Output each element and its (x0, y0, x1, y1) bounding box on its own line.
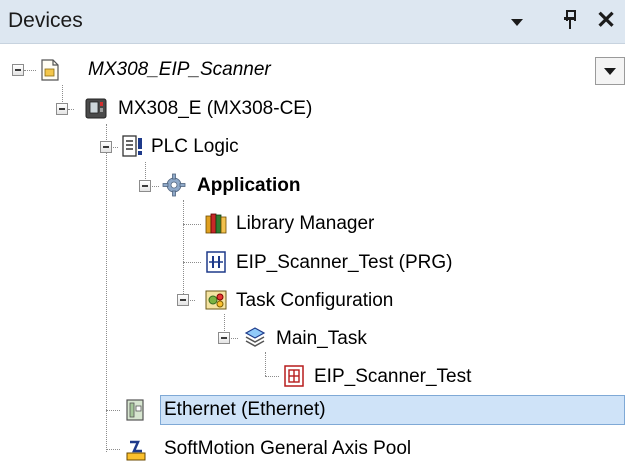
program-call-icon (284, 365, 304, 387)
expander-device[interactable] (56, 103, 68, 115)
tree-line (24, 70, 36, 71)
devices-panel: Devices ✕ MX308_EIP_Scanner MX308_E (MX3… (0, 0, 625, 462)
tree-line (265, 352, 266, 376)
tree-line (106, 124, 107, 452)
window-position-dropdown-button[interactable] (503, 6, 531, 36)
tree-line (183, 200, 184, 300)
ethernet-module-icon (126, 399, 144, 421)
expander-project[interactable] (12, 64, 24, 76)
expander-plc-logic[interactable] (100, 141, 112, 153)
tree-item-main-task[interactable]: Main_Task (276, 326, 367, 352)
tree-item-ethernet[interactable]: Ethernet (Ethernet) (164, 397, 326, 423)
plc-device-icon (85, 98, 107, 119)
axis-pool-icon (126, 440, 146, 461)
library-books-icon (205, 213, 227, 234)
tree-item-plc-logic[interactable]: PLC Logic (151, 134, 239, 160)
pin-icon[interactable] (556, 6, 584, 36)
tree-item-project[interactable]: MX308_EIP_Scanner (88, 57, 271, 83)
tree-line (183, 262, 201, 263)
tree-line (265, 376, 279, 377)
tree-item-device[interactable]: MX308_E (MX308-CE) (118, 96, 312, 122)
task-configuration-icon (205, 290, 227, 310)
expander-application[interactable] (139, 180, 151, 192)
plc-logic-icon (122, 135, 142, 157)
tree-line (106, 449, 120, 450)
project-document-icon (41, 59, 59, 81)
tree-line (68, 109, 74, 110)
tree-item-task-call[interactable]: EIP_Scanner_Test (314, 364, 471, 390)
tree-line (106, 410, 120, 411)
tree-line (183, 224, 201, 225)
panel-title-bar: Devices ✕ (0, 0, 625, 44)
tree-dropdown-button[interactable] (595, 57, 625, 85)
close-icon[interactable]: ✕ (592, 6, 620, 36)
application-gear-icon (162, 173, 186, 197)
expander-main-task[interactable] (218, 332, 230, 344)
panel-title: Devices (8, 9, 83, 32)
tree-item-program[interactable]: EIP_Scanner_Test (PRG) (236, 250, 452, 276)
tree-item-axis-pool[interactable]: SoftMotion General Axis Pool (164, 436, 411, 462)
program-prg-icon (206, 251, 226, 273)
task-stack-icon (244, 327, 266, 347)
expander-task-configuration[interactable] (177, 294, 189, 306)
tree-item-application[interactable]: Application (197, 173, 300, 199)
tree-item-library-manager[interactable]: Library Manager (236, 211, 374, 237)
tree-item-task-configuration[interactable]: Task Configuration (236, 288, 393, 314)
